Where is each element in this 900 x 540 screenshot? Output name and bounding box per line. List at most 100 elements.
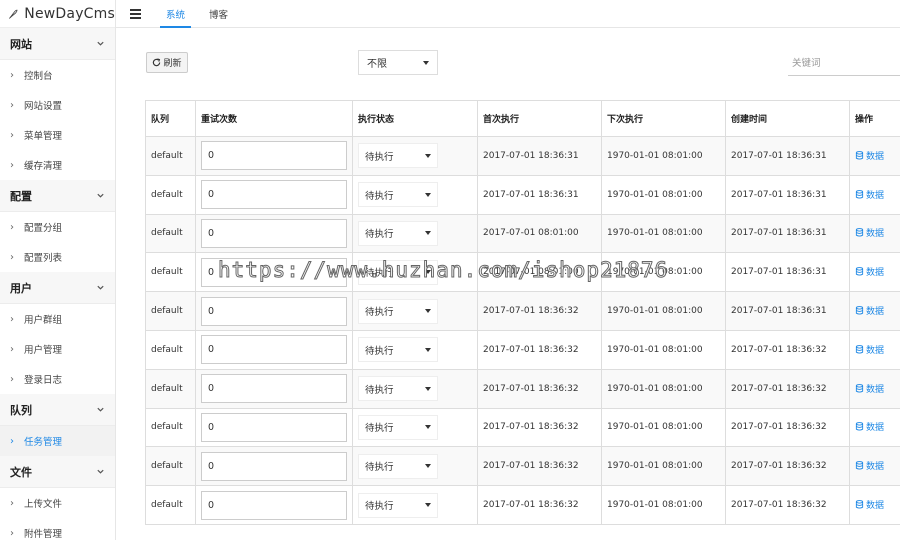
- data-link[interactable]: 数据: [855, 265, 884, 278]
- top-bar: 系统 博客: [116, 0, 900, 28]
- sidebar-group-header[interactable]: 队列: [0, 394, 115, 426]
- sidebar-item[interactable]: › 缓存清理: [0, 150, 115, 180]
- hamburger-menu-icon[interactable]: [116, 0, 154, 27]
- cell-status: 待执行: [352, 174, 478, 215]
- table-row: default 待执行 2017-07-01 08:01:001970-01-01 …: [145, 252, 900, 293]
- retry-count-input[interactable]: [201, 412, 347, 442]
- retry-count-input[interactable]: [201, 257, 347, 287]
- refresh-button[interactable]: 刷新: [146, 52, 188, 73]
- cell-actions: 数据: [849, 407, 900, 448]
- tab-blog[interactable]: 博客: [197, 0, 240, 27]
- data-link[interactable]: 数据: [855, 420, 884, 433]
- sidebar-item-label: 用户管理: [24, 345, 63, 356]
- status-select[interactable]: 待执行: [358, 453, 438, 479]
- col-header-first-run: 首次执行: [477, 100, 602, 137]
- database-icon: [855, 306, 864, 315]
- cell-created: 2017-07-01 18:36:31: [725, 291, 850, 331]
- retry-count-input[interactable]: [201, 374, 347, 404]
- sidebar-item-label: 控制台: [24, 71, 53, 82]
- cell-created: 2017-07-01 18:36:31: [725, 213, 850, 254]
- tab-system[interactable]: 系统: [154, 0, 197, 28]
- cell-first-run: 2017-07-01 18:36:32: [477, 485, 602, 525]
- chevron-right-icon: ›: [10, 313, 14, 325]
- sidebar-group-title: 文件: [10, 465, 32, 479]
- retry-count-input[interactable]: [201, 218, 347, 248]
- sidebar: NewDayCms 网站 › 控制台 › 网站设置 › 菜单管理 › 缓存清理 配置 › 配置分组 › 配…: [0, 0, 116, 540]
- sidebar-item[interactable]: › 附件管理: [0, 518, 115, 540]
- status-select[interactable]: 待执行: [358, 298, 438, 324]
- chevron-right-icon: ›: [10, 159, 14, 171]
- sidebar-group-header[interactable]: 文件: [0, 456, 115, 488]
- status-value: 待执行: [365, 190, 394, 202]
- sidebar-item[interactable]: › 控制台: [0, 60, 115, 90]
- cell-queue: default: [145, 136, 196, 176]
- sidebar-item[interactable]: › 任务管理: [0, 426, 115, 456]
- sidebar-item[interactable]: › 用户管理: [0, 334, 115, 364]
- data-link-label: 数据: [866, 190, 885, 201]
- sidebar-item[interactable]: › 上传文件: [0, 488, 115, 518]
- status-select[interactable]: 待执行: [358, 337, 438, 363]
- data-link[interactable]: 数据: [855, 226, 884, 239]
- retry-count-input[interactable]: [201, 141, 347, 171]
- filter-value: 不限: [367, 59, 387, 70]
- retry-count-input[interactable]: [201, 451, 347, 481]
- sidebar-item[interactable]: › 网站设置: [0, 90, 115, 120]
- sidebar-group-header[interactable]: 用户: [0, 272, 115, 304]
- cell-queue: default: [145, 368, 196, 409]
- data-link[interactable]: 数据: [855, 382, 884, 395]
- cell-actions: 数据: [849, 213, 900, 254]
- sidebar-item[interactable]: › 菜单管理: [0, 120, 115, 150]
- cell-retries: [195, 291, 353, 331]
- status-select[interactable]: 待执行: [358, 259, 438, 285]
- cell-actions: 数据: [849, 368, 900, 409]
- sidebar-item[interactable]: › 配置列表: [0, 242, 115, 272]
- cell-status: 待执行: [352, 446, 478, 487]
- table-row: default 待执行 2017-07-01 18:36:321970-01-01 …: [145, 485, 900, 525]
- chevron-down-icon: [97, 41, 104, 46]
- data-link-label: 数据: [866, 229, 885, 240]
- cell-created: 2017-07-01 18:36:31: [725, 136, 850, 176]
- brand[interactable]: NewDayCms: [0, 0, 115, 28]
- cell-retries: [195, 329, 353, 370]
- col-header-next-run: 下次执行: [601, 100, 726, 137]
- retry-count-input[interactable]: [201, 490, 347, 520]
- task-table: 队列 重试次数 执行状态 首次执行 下次执行 创建时间 操作 default 待执…: [145, 100, 900, 525]
- col-header-status: 执行状态: [352, 100, 478, 137]
- database-icon: [855, 228, 864, 238]
- data-link[interactable]: 数据: [855, 149, 884, 162]
- cell-retries: [195, 407, 353, 448]
- sidebar-item[interactable]: › 配置分组: [0, 212, 115, 242]
- retry-count-input[interactable]: [201, 296, 347, 326]
- status-select[interactable]: 待执行: [358, 414, 438, 440]
- sidebar-group-title: 队列: [10, 403, 32, 417]
- table-row: default 待执行 2017-07-01 18:36:311970-01-01 …: [145, 136, 900, 176]
- data-link[interactable]: 数据: [855, 188, 884, 201]
- sidebar-item[interactable]: › 登录日志: [0, 364, 115, 394]
- status-select[interactable]: 待执行: [358, 220, 438, 246]
- status-select[interactable]: 待执行: [358, 143, 438, 169]
- refresh-icon: [153, 58, 161, 67]
- cell-actions: 数据: [849, 136, 900, 176]
- cell-actions: 数据: [849, 485, 900, 525]
- database-icon: [855, 461, 864, 470]
- cell-first-run: 2017-07-01 18:36:32: [477, 329, 602, 370]
- cell-queue: default: [145, 291, 196, 331]
- status-select[interactable]: 待执行: [358, 492, 438, 518]
- cell-first-run: 2017-07-01 18:36:32: [477, 368, 602, 409]
- sidebar-item[interactable]: › 用户群组: [0, 304, 115, 334]
- status-select[interactable]: 待执行: [358, 376, 438, 402]
- keyword-search-input[interactable]: [788, 52, 900, 76]
- brand-name: NewDayCms: [24, 5, 115, 22]
- data-link[interactable]: 数据: [855, 498, 884, 511]
- data-link[interactable]: 数据: [855, 304, 884, 317]
- data-link[interactable]: 数据: [855, 459, 884, 472]
- retry-count-input[interactable]: [201, 335, 347, 365]
- status-filter-select[interactable]: 不限: [358, 50, 438, 75]
- cell-actions: 数据: [849, 291, 900, 331]
- sidebar-group-header[interactable]: 网站: [0, 28, 115, 60]
- cell-status: 待执行: [352, 252, 478, 293]
- status-select[interactable]: 待执行: [358, 182, 438, 208]
- sidebar-group-header[interactable]: 配置: [0, 180, 115, 212]
- retry-count-input[interactable]: [201, 180, 347, 210]
- data-link[interactable]: 数据: [855, 343, 884, 356]
